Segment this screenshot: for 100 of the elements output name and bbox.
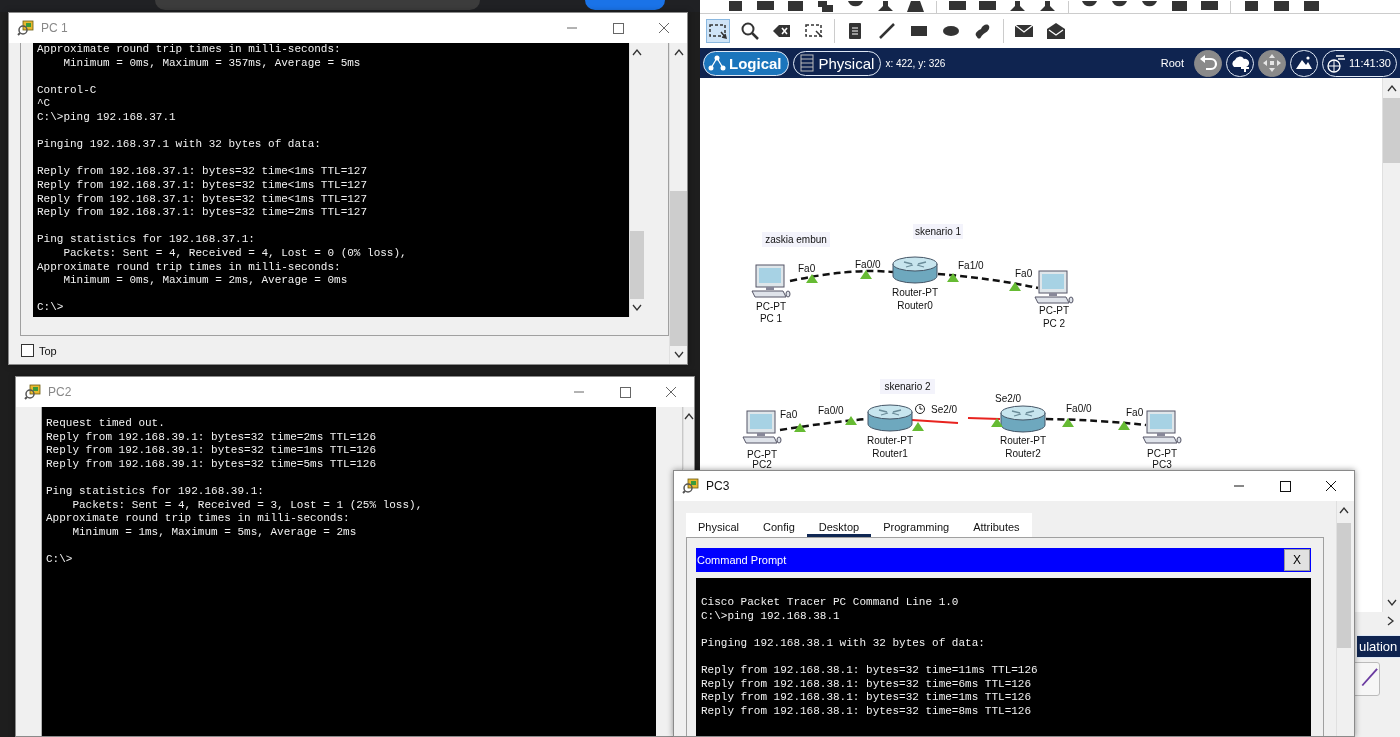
close-button[interactable]: X (1284, 549, 1310, 571)
network-cable[interactable] (1045, 417, 1147, 427)
pc-icon[interactable] (742, 410, 782, 444)
toolbar-icon[interactable] (978, 1, 997, 13)
scrollbar-thumb[interactable] (670, 191, 687, 346)
selection-icon (708, 21, 728, 41)
note-label[interactable]: skenario 1 (913, 224, 963, 239)
port-label: Se2/0 (931, 404, 958, 415)
app-icon (24, 384, 42, 400)
device-name: PC3 (1152, 459, 1172, 470)
scroll-up-icon[interactable] (684, 412, 694, 420)
note-label[interactable]: skenario 2 (880, 379, 935, 394)
device-name: Router1 (872, 448, 908, 459)
move-button[interactable] (1258, 49, 1286, 77)
scroll-down-icon[interactable] (673, 351, 684, 359)
terminal-line: Minimum = 0ms, Maximum = 2ms, Average = 0ms (62, 274, 348, 288)
device-model: PC-PT (1039, 305, 1069, 316)
building-icon (797, 54, 816, 72)
note-label[interactable]: zaskia embun (762, 232, 830, 247)
terminal-line: C:\> (46, 552, 73, 567)
select-tool[interactable] (706, 19, 730, 43)
scrollbar[interactable] (683, 407, 694, 469)
toolbar-icon[interactable] (1302, 1, 1321, 13)
scrollbar-thumb[interactable] (630, 231, 644, 299)
terminal-line: C:\> (37, 301, 64, 315)
terminal-line: C:\>ping 192.168.38.1 (701, 609, 840, 624)
terminal-line: C:\>ping 192.168.37.1 (37, 110, 176, 125)
scroll-up-icon[interactable] (632, 48, 642, 56)
simulation-button[interactable]: ulation (1357, 635, 1400, 658)
terminal-line: Pinging 192.168.37.1 with 32 bytes of data: (37, 138, 321, 152)
scroll-up-icon[interactable] (673, 48, 684, 56)
window-title: PC 1 (41, 21, 68, 35)
toolbar-icon[interactable] (1272, 1, 1291, 13)
clock-button[interactable]: 11:41:30 (1322, 49, 1397, 77)
scrollbar-thumb[interactable] (1337, 523, 1351, 648)
view-tab[interactable]: Logical (703, 50, 789, 76)
checkbox[interactable] (21, 344, 34, 357)
terminal-line: Reply from 192.168.38.1: bytes=32 time=6ms TTL=126 (701, 677, 1032, 692)
device-model: PC-PT (756, 301, 786, 312)
router-icon[interactable] (1000, 405, 1046, 433)
undo-icon (1198, 53, 1218, 73)
view-tab[interactable]: Physical (792, 50, 882, 76)
toolbar-icon[interactable] (1170, 1, 1189, 13)
device-model: PC-PT (747, 449, 777, 460)
toolbar-icon[interactable] (948, 1, 967, 13)
viewport-button[interactable] (1290, 49, 1318, 77)
terminal-line: Reply from 192.168.39.1: bytes=32 time=1ms TTL=126 (46, 444, 377, 458)
scrollbar[interactable] (669, 43, 687, 364)
scrollbar[interactable] (1336, 501, 1351, 736)
pc-icon[interactable] (1142, 410, 1182, 444)
scrollbar[interactable] (1382, 78, 1400, 612)
terminal-line: Reply from 192.168.38.1: bytes=32 time=11ms TTL=126 (701, 663, 1038, 678)
device-name: Router2 (1005, 448, 1041, 459)
pc-icon[interactable] (751, 264, 791, 298)
terminal-line: Minimum = 1ms, Maximum = 5ms, Average = 2ms (71, 525, 357, 540)
search-icon (740, 21, 760, 41)
device-model: Router-PT (891, 287, 939, 298)
pc-icon[interactable] (1034, 270, 1074, 304)
device-model: PC-PT (1147, 448, 1177, 459)
port-label: Fa0 (780, 409, 798, 420)
toolbar-icon[interactable] (786, 1, 805, 13)
device-name: PC 1 (759, 313, 783, 324)
router-icon[interactable] (892, 256, 938, 284)
checkbox-label: Top (39, 344, 57, 357)
terminal-line: Reply from 192.168.38.1: bytes=32 time=1ms TTL=126 (701, 691, 1032, 705)
device-name: PC2 (752, 459, 772, 470)
scroll-up-icon[interactable] (1339, 506, 1349, 514)
terminal-line: Reply from 192.168.37.1: bytes=32 time<1ms TTL=127 (37, 165, 368, 179)
globe-icon (1326, 53, 1346, 73)
cloud-button[interactable] (1226, 49, 1254, 77)
port-label: Se2/0 (995, 393, 1022, 404)
cursor-coordinates: x: 422, y: 326 (885, 57, 947, 69)
terminal-line: Reply from 192.168.37.1: bytes=32 time=2ms TTL=127 (37, 206, 368, 220)
device-name: Router0 (897, 300, 933, 311)
toolbar-icon[interactable] (816, 1, 835, 13)
scroll-up-icon[interactable] (1386, 84, 1397, 92)
command-prompt-title: Command Prompt (697, 554, 788, 566)
app-icon (17, 20, 35, 36)
toolbar-icon[interactable] (1242, 1, 1261, 13)
back-button[interactable] (1194, 49, 1222, 77)
router-icon[interactable] (867, 404, 913, 432)
terminal-line: Ping statistics for 192.168.39.1: (46, 484, 264, 499)
device-name: PC 2 (1042, 318, 1066, 329)
port-label: Fa0 (1126, 407, 1144, 418)
toolbar-icon[interactable] (1200, 1, 1219, 13)
port-label: Fa0/0 (855, 259, 881, 270)
terminal-line: Approximate round trip times in milli-seconds: (37, 43, 341, 57)
terminal-line: Approximate round trip times in milli-seconds: (37, 260, 341, 275)
terminal-line: Packets: Sent = 4, Received = 3, Lost = 1 (25% loss), (71, 498, 423, 513)
toolbar-icon[interactable] (726, 1, 745, 13)
terminal-line: Cisco Packet Tracer PC Command Line 1.0 (701, 596, 959, 610)
toolbar-icon[interactable] (756, 1, 775, 13)
scroll-down-icon[interactable] (632, 304, 642, 312)
scroll-right-icon[interactable] (1387, 616, 1395, 626)
device-model: Router-PT (866, 435, 914, 446)
terminal-line: Control-C (37, 83, 97, 98)
scroll-down-icon[interactable] (1386, 599, 1397, 607)
scrollbar-thumb[interactable] (1383, 98, 1400, 163)
window-title: PC2 (48, 385, 72, 399)
terminal-line: Reply from 192.168.37.1: bytes=32 time<1ms TTL=127 (37, 178, 368, 193)
